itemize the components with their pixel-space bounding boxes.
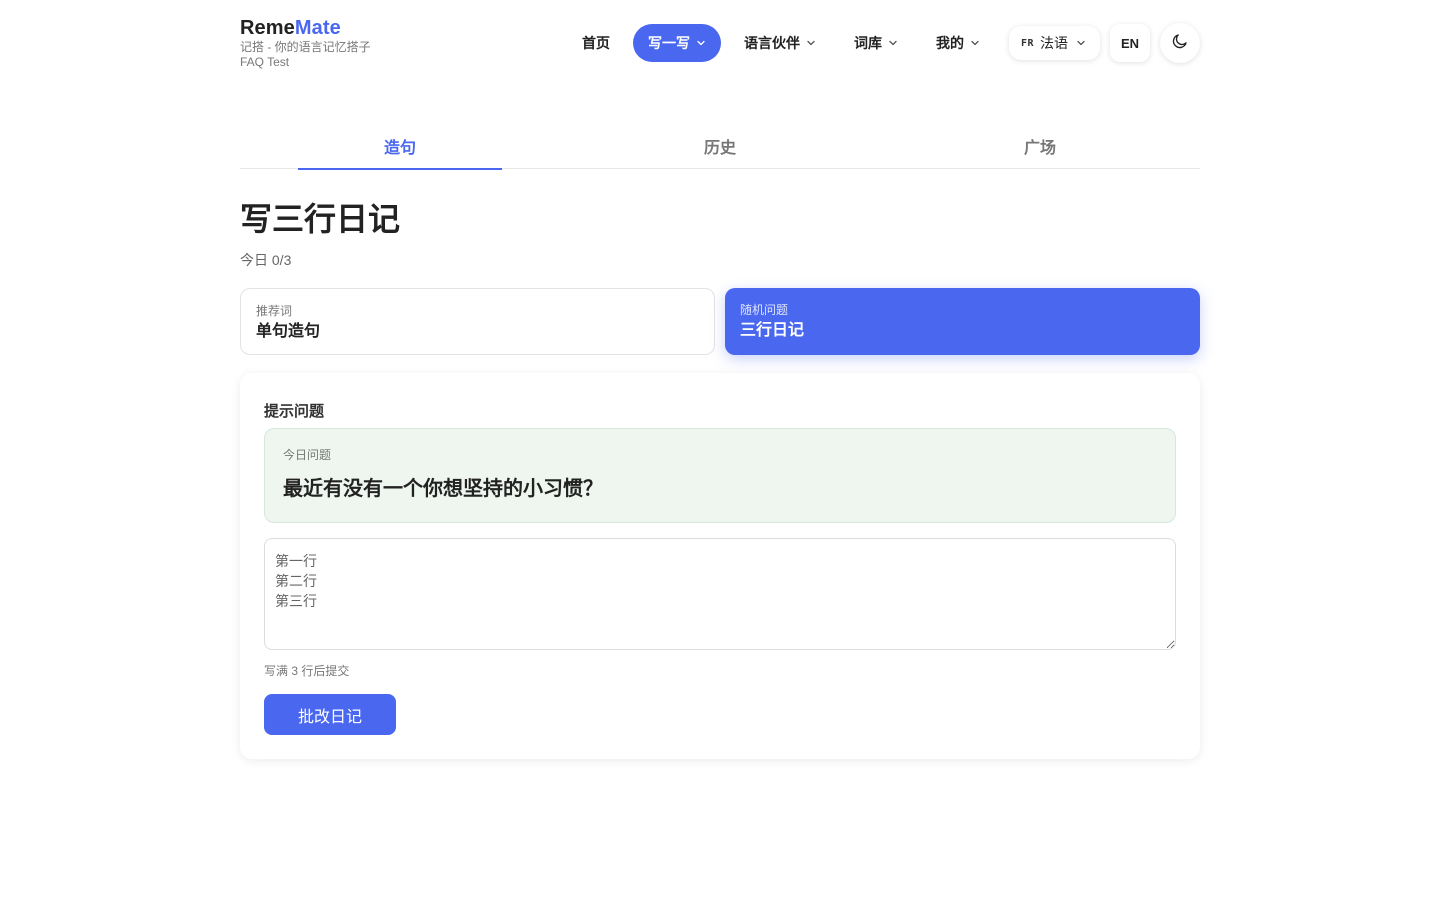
chevron-down-icon: [1076, 38, 1086, 48]
diary-textarea[interactable]: [264, 538, 1176, 650]
top-nav: 首页 写一写 语言伙伴 词库 我的 FR 法语 EN: [567, 23, 1200, 63]
nav-item-label: 词库: [853, 35, 882, 51]
mode-label: 随机问题: [740, 303, 789, 317]
theme-toggle-button[interactable]: [1160, 23, 1200, 63]
tab-label: 历史: [703, 140, 736, 157]
tab-history[interactable]: 历史: [560, 126, 880, 168]
chevron-down-icon: [970, 38, 980, 48]
question-box: 今日问题 最近有没有一个你想坚持的小习惯？: [264, 428, 1176, 523]
nav-item-label: 写一写: [647, 35, 690, 51]
mode-label: 推荐词: [256, 304, 293, 318]
moon-icon: [1171, 32, 1189, 55]
tab-label: 广场: [1023, 140, 1056, 157]
brand[interactable]: RemeMate 记搭 - 你的语言记忆搭子 FAQ Test: [240, 17, 371, 70]
tab-compose[interactable]: 造句: [240, 126, 560, 170]
today-progress: 今日 0/3: [240, 252, 292, 268]
language-code: FR: [1020, 37, 1034, 49]
learning-language-select[interactable]: FR 法语: [1008, 26, 1100, 60]
nav-item-label: 首页: [581, 35, 610, 51]
chevron-down-icon: [806, 38, 816, 48]
nav-item-vocabulary[interactable]: 词库: [839, 24, 913, 62]
chevron-down-icon: [888, 38, 898, 48]
question-label: 今日问题: [283, 448, 332, 462]
diary-card: 提示问题 今日问题 最近有没有一个你想坚持的小习惯？ 写满 3 行后提交 批改日…: [240, 373, 1200, 759]
sub-tabs: 造句 历史 广场: [240, 126, 1200, 170]
brand-logo[interactable]: RemeMate: [240, 17, 371, 39]
nav-item-write[interactable]: 写一写: [632, 24, 721, 62]
nav-item-mine[interactable]: 我的: [921, 24, 995, 62]
submit-hint: 写满 3 行后提交: [264, 664, 350, 678]
nav-item-home[interactable]: 首页: [567, 24, 625, 62]
question-text: 最近有没有一个你想坚持的小习惯？: [283, 478, 603, 500]
tab-plaza[interactable]: 广场: [880, 126, 1200, 168]
tab-label: 造句: [298, 126, 502, 170]
page-title: 写三行日记: [240, 201, 401, 237]
nav-item-language-partner[interactable]: 语言伙伴: [729, 24, 831, 62]
mode-title: 单句造句: [256, 323, 321, 340]
nav-item-label: 语言伙伴: [743, 35, 800, 51]
mode-card-single-sentence[interactable]: 推荐词 单句造句: [240, 288, 715, 355]
mode-card-three-line-diary[interactable]: 随机问题 三行日记: [725, 288, 1200, 355]
chevron-down-icon: [696, 38, 706, 48]
prompt-heading: 提示问题: [264, 403, 325, 420]
brand-subtitle: FAQ Test: [240, 55, 290, 69]
brand-name-part1: Reme: [240, 17, 295, 39]
brand-name-part2: Mate: [294, 17, 341, 39]
mode-title: 三行日记: [740, 322, 805, 339]
nav-item-label: 我的: [935, 35, 964, 51]
ui-language-button[interactable]: EN: [1110, 24, 1150, 62]
brand-tagline: 记搭 - 你的语言记忆搭子: [240, 40, 371, 54]
language-label: 法语: [1040, 35, 1068, 51]
submit-diary-button[interactable]: 批改日记: [264, 694, 396, 735]
